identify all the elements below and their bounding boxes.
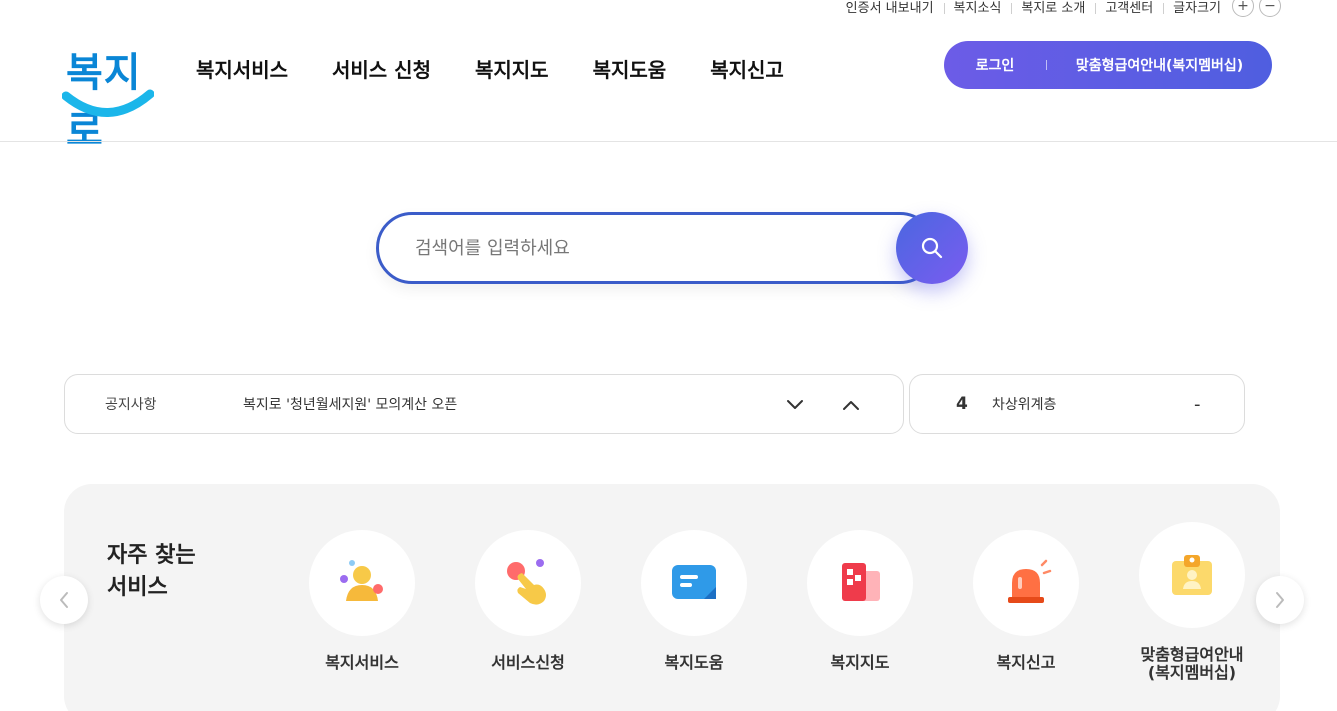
id-badge-icon	[1172, 555, 1212, 595]
service-icon-circle	[1139, 522, 1245, 628]
frequent-services: 자주 찾는 서비스 복지서비스 서비스신청 복지도움 복지지도 복지신고 맞춤형…	[64, 484, 1280, 711]
service-label-line1: 맞춤형급여안내	[1140, 645, 1244, 664]
service-label: 복지서비스	[325, 653, 399, 672]
header-divider	[0, 141, 1337, 142]
page: 인증서 내보내기 복지소식 복지로 소개 고객센터 글자크기 + − 복지로 복…	[0, 0, 1337, 711]
service-icon-circle	[309, 530, 415, 636]
service-report[interactable]: 복지신고	[956, 530, 1096, 672]
util-link-news[interactable]: 복지소식	[943, 0, 1012, 16]
notice-bar: 공지사항 복지로 '청년월세지원' 모의계산 오픈	[64, 374, 904, 434]
service-icon-circle	[973, 530, 1079, 636]
service-icon-circle	[475, 530, 581, 636]
membership-button[interactable]: 맞춤형급여안내(복지멤버십)	[1047, 55, 1272, 75]
search-icon	[921, 237, 943, 259]
font-increase-button[interactable]: +	[1232, 0, 1254, 17]
notice-next-button[interactable]	[783, 393, 807, 417]
chevron-right-icon	[1276, 592, 1284, 608]
nav-welfare-service[interactable]: 복지서비스	[196, 54, 288, 83]
ranking-keyword: 차상위계층	[992, 397, 1057, 413]
service-label: 복지신고	[996, 653, 1056, 672]
service-welfare[interactable]: 복지서비스	[292, 530, 432, 672]
ranking-change: -	[1194, 393, 1201, 415]
service-label-line2: (복지멤버십)	[1147, 663, 1237, 682]
ranking-number: 4	[956, 394, 968, 414]
frequent-services-title: 자주 찾는 서비스	[107, 540, 196, 604]
search-button[interactable]	[896, 212, 968, 284]
login-button[interactable]: 로그인	[944, 55, 1046, 75]
nav-service-apply[interactable]: 서비스 신청	[332, 54, 431, 83]
carousel-prev-button[interactable]	[40, 576, 88, 624]
nav-welfare-help[interactable]: 복지도움	[593, 54, 667, 83]
search-box	[376, 212, 968, 284]
service-icon-circle	[807, 530, 913, 636]
nav-welfare-map[interactable]: 복지지도	[475, 54, 549, 83]
font-size-label: 글자크기	[1163, 0, 1227, 16]
service-label: 복지지도	[830, 653, 890, 672]
notice-prev-button[interactable]	[839, 393, 863, 417]
main-nav: 복지서비스 서비스 신청 복지지도 복지도움 복지신고	[196, 54, 828, 83]
auth-pill: 로그인 맞춤형급여안내(복지멤버십)	[944, 41, 1272, 89]
service-label: 맞춤형급여안내 (복지멤버십)	[1122, 646, 1262, 682]
chevron-up-icon	[843, 401, 859, 410]
service-icon-circle	[641, 530, 747, 636]
service-label: 복지도움	[664, 653, 724, 672]
utility-bar: 인증서 내보내기 복지소식 복지로 소개 고객센터 글자크기 + −	[836, 0, 1281, 18]
service-apply[interactable]: 서비스신청	[458, 530, 598, 672]
service-map[interactable]: 복지지도	[790, 530, 930, 672]
chevron-down-icon	[787, 400, 803, 409]
service-membership[interactable]: 맞춤형급여안내 (복지멤버십)	[1122, 522, 1262, 682]
util-link-cert-export[interactable]: 인증서 내보내기	[836, 0, 944, 16]
map-icon	[842, 563, 880, 601]
person-icon	[340, 560, 383, 601]
hand-pointer-icon	[507, 559, 546, 605]
keyword-ranking[interactable]: 4 차상위계층 -	[909, 374, 1245, 434]
chevron-left-icon	[60, 592, 68, 608]
service-label: 서비스신청	[491, 653, 565, 672]
carousel-next-button[interactable]	[1256, 576, 1304, 624]
frequent-title-line1: 자주 찾는	[107, 543, 196, 568]
service-help[interactable]: 복지도움	[624, 530, 764, 672]
frequent-title-line2: 서비스	[107, 575, 168, 600]
logo-smile-icon	[62, 89, 154, 117]
notice-label: 공지사항	[105, 397, 157, 413]
notice-text[interactable]: 복지로 '청년월세지원' 모의계산 오픈	[243, 394, 457, 414]
util-link-customer-center[interactable]: 고객센터	[1095, 0, 1163, 16]
font-decrease-button[interactable]: −	[1259, 0, 1281, 17]
logo[interactable]: 복지로	[62, 40, 154, 154]
search-input[interactable]	[376, 212, 936, 284]
nav-welfare-report[interactable]: 복지신고	[710, 54, 784, 83]
util-link-about[interactable]: 복지로 소개	[1011, 0, 1095, 16]
chat-bubble-icon	[672, 565, 716, 599]
siren-icon	[1008, 559, 1052, 603]
